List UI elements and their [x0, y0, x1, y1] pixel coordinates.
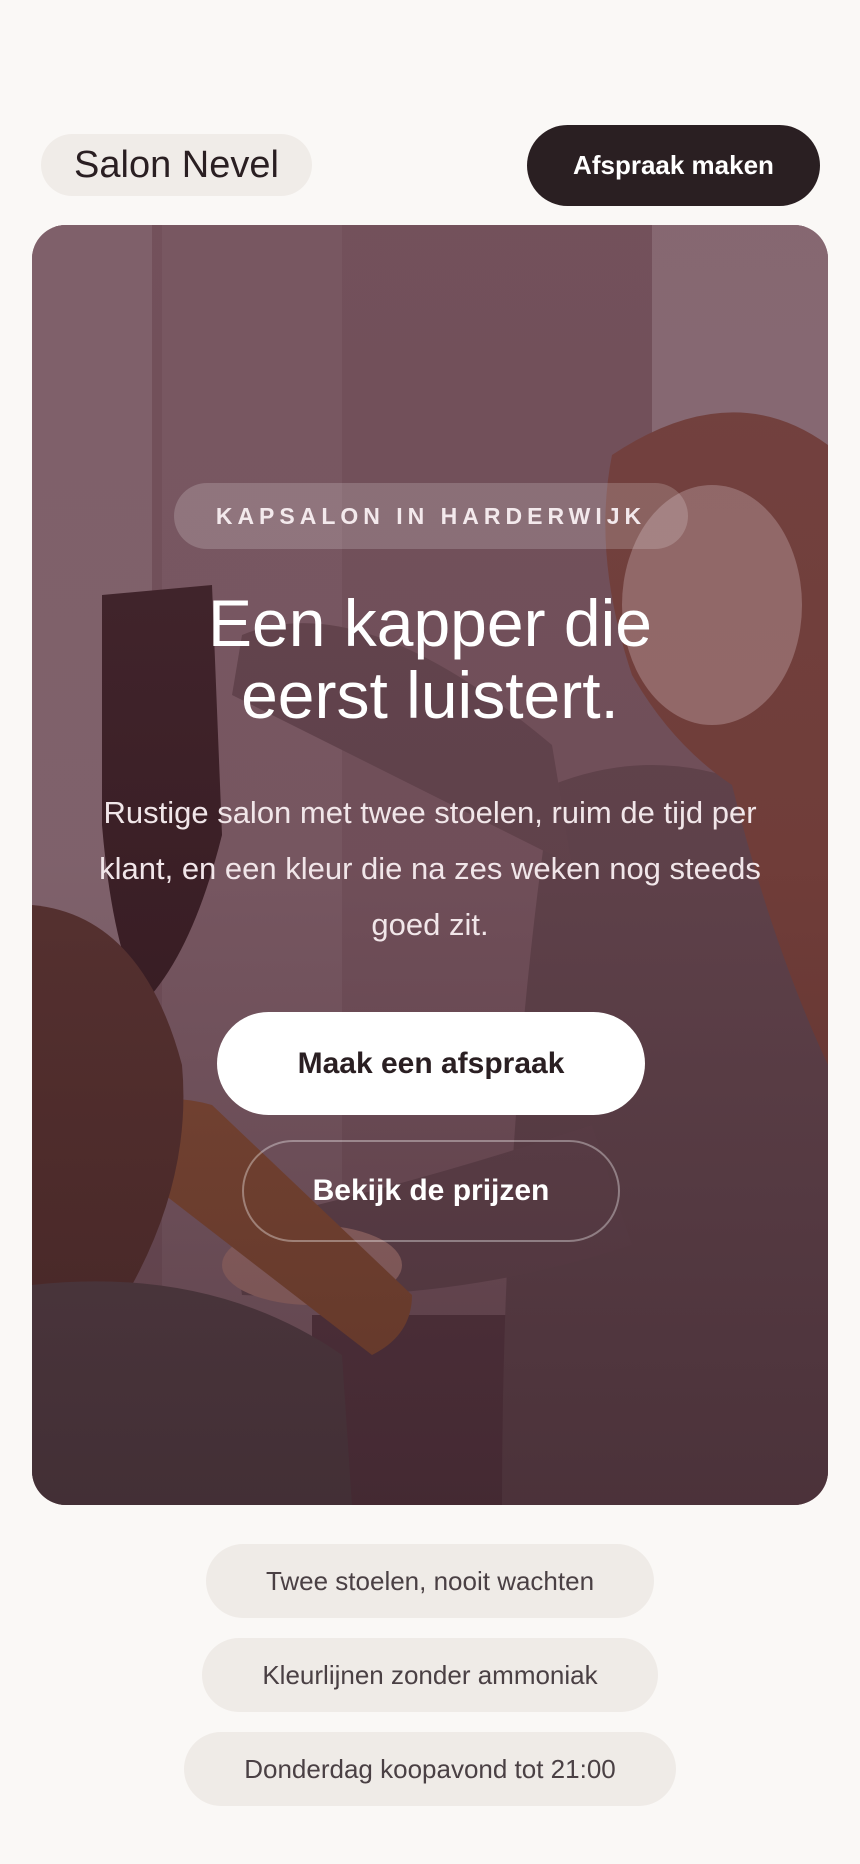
- hero-section: KAPSALON IN HARDERWIJK Een kapper die ee…: [32, 225, 828, 1505]
- hero-title-line-1: Een kapper die: [208, 586, 652, 660]
- hero-subtitle: Rustige salon met twee stoelen, ruim de …: [99, 795, 761, 942]
- hero-title: Een kapper die eerst luistert.: [92, 587, 768, 731]
- view-prices-button[interactable]: Bekijk de prijzen: [242, 1140, 620, 1242]
- book-appointment-button[interactable]: Afspraak maken: [527, 125, 820, 206]
- brand-logo[interactable]: Salon Nevel: [41, 134, 312, 196]
- make-appointment-button[interactable]: Maak een afspraak: [217, 1012, 645, 1115]
- feature-chip-ammonia-free: Kleurlijnen zonder ammoniak: [202, 1638, 658, 1712]
- feature-chip-late-opening: Donderdag koopavond tot 21:00: [184, 1732, 676, 1806]
- feature-chip-chairs: Twee stoelen, nooit wachten: [206, 1544, 654, 1618]
- site-header: Salon Nevel Afspraak maken: [0, 0, 860, 225]
- hero-title-line-2: eerst luistert.: [241, 658, 619, 732]
- location-eyebrow: KAPSALON IN HARDERWIJK: [174, 483, 688, 549]
